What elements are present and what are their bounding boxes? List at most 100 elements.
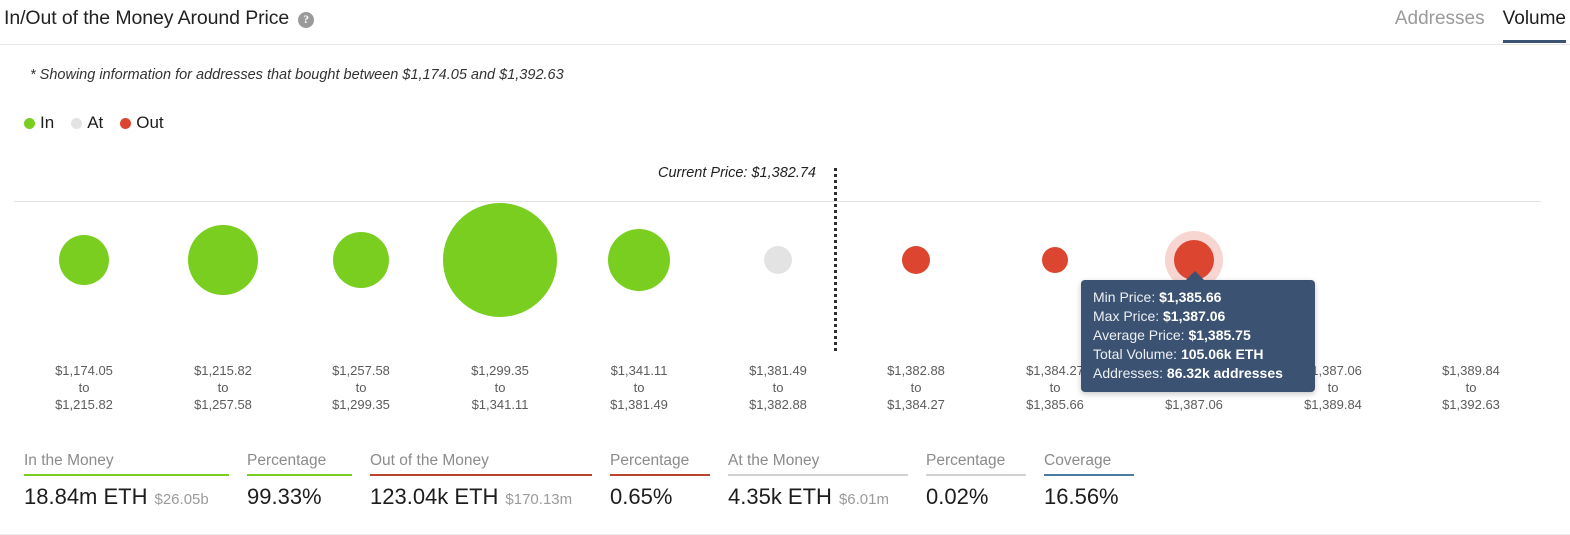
x-axis-tick-line: $1,384.27 xyxy=(887,396,945,413)
legend-dot-out-icon xyxy=(120,118,131,129)
legend-item-at[interactable]: At xyxy=(71,113,103,133)
title-group: In/Out of the Money Around Price ? xyxy=(4,7,314,30)
x-axis-line xyxy=(14,201,1541,202)
legend-item-in[interactable]: In xyxy=(24,113,54,133)
x-axis-labels: $1,174.05to$1,215.82$1,215.82to$1,257.58… xyxy=(0,362,1570,417)
x-axis-tick-line: $1,257.58 xyxy=(332,362,390,379)
tooltip-key: Average Price: xyxy=(1093,327,1185,343)
bubble-at-5[interactable] xyxy=(764,246,792,274)
x-axis-tick-line: to xyxy=(1442,379,1500,396)
x-axis-tick-line: $1,215.82 xyxy=(55,396,113,413)
bubble-out-7[interactable] xyxy=(1042,247,1068,273)
stat-body: 0.65% xyxy=(610,484,710,510)
x-axis-tick: $1,174.05to$1,215.82 xyxy=(55,362,113,413)
x-axis-tick-line: to xyxy=(887,379,945,396)
x-axis-tick-line: to xyxy=(610,379,668,396)
x-axis-tick-line: $1,387.06 xyxy=(1165,396,1223,413)
stat-subvalue: $26.05b xyxy=(155,491,209,508)
stat-in-the-money-0: In the Money 18.84m ETH$26.05b xyxy=(24,452,229,510)
current-price-label: Current Price: $1,382.74 xyxy=(658,165,834,181)
stat-body: 99.33% xyxy=(247,484,352,510)
x-axis-tick-line: $1,381.49 xyxy=(610,396,668,413)
x-axis-tick-line: $1,389.84 xyxy=(1304,396,1362,413)
tooltip-key: Addresses: xyxy=(1093,365,1163,381)
current-price-line xyxy=(834,168,837,351)
stat-percentage-1: Percentage 99.33% xyxy=(247,452,352,510)
stat-percentage-5: Percentage0.02% xyxy=(926,452,1026,510)
stat-coverage-6: Coverage16.56% xyxy=(1044,452,1134,510)
stat-percentage-3: Percentage 0.65% xyxy=(610,452,710,510)
stat-value: 0.02% xyxy=(926,484,988,510)
chart-legend: In At Out xyxy=(24,113,173,133)
stat-label: In the Money xyxy=(24,452,229,476)
x-axis-tick-line: $1,341.11 xyxy=(610,362,668,379)
bubble-in-4[interactable] xyxy=(608,229,670,291)
tooltip-row: Addresses: 86.32k addresses xyxy=(1093,364,1303,383)
bubble-in-2[interactable] xyxy=(333,232,389,288)
stat-body: 18.84m ETH$26.05b xyxy=(24,484,229,510)
tooltip-value: 105.06k ETH xyxy=(1177,346,1263,362)
x-axis-tick-line: $1,174.05 xyxy=(55,362,113,379)
tooltip-row: Total Volume: 105.06k ETH xyxy=(1093,345,1303,364)
tooltip-value: 86.32k addresses xyxy=(1163,365,1283,381)
stat-value: 123.04k ETH xyxy=(370,484,498,510)
x-axis-tick-line: $1,215.82 xyxy=(194,362,252,379)
stat-label: Percentage xyxy=(610,452,710,476)
stat-label: Percentage xyxy=(247,452,352,476)
legend-label: At xyxy=(87,113,103,133)
tab-bar: Addresses Volume xyxy=(1395,8,1566,43)
x-axis-tick-line: to xyxy=(194,379,252,396)
stat-value: 0.65% xyxy=(610,484,672,510)
x-axis-tick-line: $1,341.11 xyxy=(471,396,529,413)
stat-label: Coverage xyxy=(1044,452,1134,476)
legend-item-out[interactable]: Out xyxy=(120,113,163,133)
x-axis-tick-line: $1,381.49 xyxy=(749,362,807,379)
x-axis-tick-line: $1,389.84 xyxy=(1442,362,1500,379)
tab-volume[interactable]: Volume xyxy=(1503,8,1566,43)
x-axis-tick: $1,215.82to$1,257.58 xyxy=(194,362,252,413)
panel-header: In/Out of the Money Around Price ? Addre… xyxy=(0,0,1570,45)
stat-at-the-money-4: At the Money4.35k ETH$6.01m xyxy=(728,452,908,510)
x-axis-tick: $1,257.58to$1,299.35 xyxy=(332,362,390,413)
page-title: In/Out of the Money Around Price xyxy=(4,7,289,30)
stat-out-of-the-money-2: Out of the Money123.04k ETH$170.13m xyxy=(370,452,592,510)
tab-addresses[interactable]: Addresses xyxy=(1395,8,1485,43)
stat-value: 99.33% xyxy=(247,484,322,510)
tooltip-key: Total Volume: xyxy=(1093,346,1177,362)
legend-dot-in-icon xyxy=(24,118,35,129)
tooltip-row: Max Price: $1,387.06 xyxy=(1093,307,1303,326)
x-axis-tick-line: to xyxy=(332,379,390,396)
tooltip-key: Min Price: xyxy=(1093,289,1155,305)
x-axis-tick: $1,389.84to$1,392.63 xyxy=(1442,362,1500,413)
x-axis-tick-line: $1,382.88 xyxy=(887,362,945,379)
x-axis-tick: $1,384.27to$1,385.66 xyxy=(1026,362,1084,413)
bubble-in-3[interactable] xyxy=(443,203,557,317)
x-axis-tick-line: to xyxy=(749,379,807,396)
x-axis-tick-line: $1,392.63 xyxy=(1442,396,1500,413)
summary-stats: In the Money 18.84m ETH$26.05b Percentage 9… xyxy=(24,452,1152,510)
question-mark-icon[interactable]: ? xyxy=(298,12,314,28)
x-axis-tick: $1,381.49to$1,382.88 xyxy=(749,362,807,413)
bubble-out-6[interactable] xyxy=(902,246,930,274)
bubble-chart: Current Price: $1,382.74 xyxy=(0,150,1570,360)
bubble-in-1[interactable] xyxy=(188,225,258,295)
tooltip-value: $1,385.66 xyxy=(1155,289,1221,305)
x-axis-tick-line: $1,385.66 xyxy=(1026,396,1084,413)
x-axis-tick-line: $1,257.58 xyxy=(194,396,252,413)
stat-subvalue: $6.01m xyxy=(839,491,889,508)
x-axis-tick-line: to xyxy=(55,379,113,396)
x-axis-tick-line: to xyxy=(1026,379,1084,396)
stat-value: 4.35k ETH xyxy=(728,484,832,510)
x-axis-tick: $1,299.35to$1,341.11 xyxy=(471,362,529,413)
tooltip-value: $1,385.75 xyxy=(1185,327,1251,343)
x-axis-tick-line: $1,384.27 xyxy=(1026,362,1084,379)
legend-dot-at-icon xyxy=(71,118,82,129)
x-axis-tick: $1,341.11to$1,381.49 xyxy=(610,362,668,413)
x-axis-tick-line: to xyxy=(471,379,529,396)
x-axis-tick: $1,382.88to$1,384.27 xyxy=(887,362,945,413)
x-axis-tick-line: $1,382.88 xyxy=(749,396,807,413)
tooltip-value: $1,387.06 xyxy=(1159,308,1225,324)
disclaimer-note: * Showing information for addresses that… xyxy=(30,67,564,83)
bubble-in-0[interactable] xyxy=(59,235,109,285)
stat-body: 4.35k ETH $6.01m xyxy=(728,484,908,510)
